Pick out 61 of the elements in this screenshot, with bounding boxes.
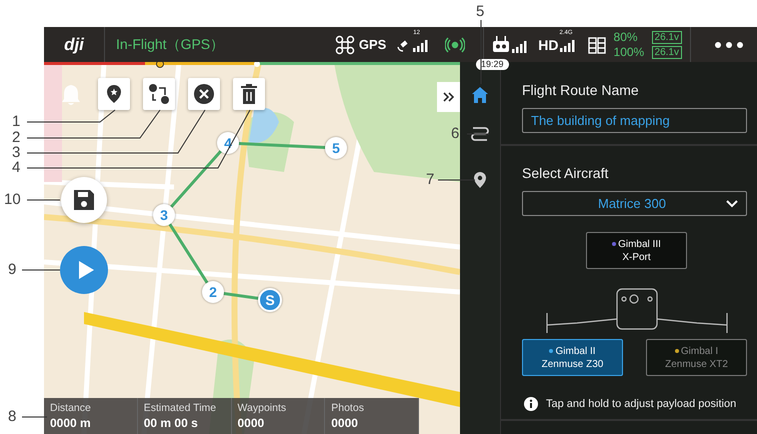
collapse-button[interactable] xyxy=(437,82,460,112)
callout-number: 4 xyxy=(12,160,20,176)
callout-number: 7 xyxy=(426,172,434,188)
reverse-route-button[interactable] xyxy=(143,78,175,110)
add-waypoint-button[interactable] xyxy=(98,78,130,110)
signal-bars-icon xyxy=(560,40,576,52)
route-icon xyxy=(471,125,489,143)
chevron-down-icon xyxy=(726,200,738,208)
location-pin-icon xyxy=(472,171,488,189)
battery-icon xyxy=(588,36,608,54)
stat-value: 00 m 00 s xyxy=(144,416,199,430)
play-icon xyxy=(77,260,95,280)
battery-percent: 80% xyxy=(614,30,639,44)
gps-label: GPS xyxy=(358,37,386,52)
stat-value: 0000 xyxy=(331,416,359,430)
stat-value: 0000 m xyxy=(50,416,92,430)
swap-arrows-icon xyxy=(148,83,170,105)
side-tab[interactable] xyxy=(468,124,492,144)
field-label: Select Aircraft xyxy=(522,165,610,181)
flight-time-badge: 19:29 xyxy=(476,59,509,70)
stat-label: Photos xyxy=(331,402,365,414)
save-icon xyxy=(73,189,95,211)
remote-controller-icon xyxy=(492,36,510,54)
delete-button[interactable] xyxy=(233,78,265,110)
signal-bars-icon xyxy=(413,40,430,52)
callout-number: 6 xyxy=(451,126,460,142)
route-name-field[interactable]: The building of mapping xyxy=(522,108,747,133)
stat-label: Distance xyxy=(50,402,92,414)
location-pin-icon xyxy=(105,84,123,104)
hint-text: Tap and hold to adjust payload position xyxy=(546,398,736,410)
callout-number: 1 xyxy=(12,114,20,130)
double-chevron-icon xyxy=(442,92,454,102)
trash-icon xyxy=(240,84,258,104)
logo: dji xyxy=(64,34,84,54)
info-icon xyxy=(524,397,538,411)
field-label: Flight Route Name xyxy=(522,82,640,98)
stat-value: 0000 xyxy=(238,416,266,430)
battery-voltage: 26.1v xyxy=(652,30,682,44)
close-icon xyxy=(193,83,215,105)
signal-bars-icon xyxy=(512,40,528,52)
more-icon[interactable] xyxy=(715,42,743,48)
flight-status: In-Flight（GPS） xyxy=(116,36,224,54)
clear-button[interactable] xyxy=(188,78,220,110)
hd-label: HD xyxy=(538,36,559,52)
callout-number: 8 xyxy=(8,409,16,425)
callout-number: 9 xyxy=(8,262,16,278)
callout-number: 3 xyxy=(12,145,20,161)
stat-label: Estimated Time xyxy=(144,402,218,414)
stat-label: Waypoints xyxy=(238,402,288,414)
callout-number: 10 xyxy=(4,192,21,208)
drone-icon xyxy=(334,34,355,54)
park-with-lake xyxy=(244,108,294,172)
gimbal-option[interactable]: Gimbal II Zenmuse Z30 xyxy=(522,339,623,376)
callout-number: 2 xyxy=(12,130,20,146)
callout-number: 5 xyxy=(476,4,484,20)
aircraft-dropdown[interactable]: Matrice 300 xyxy=(522,191,747,216)
home-icon xyxy=(471,86,489,104)
gimbal-option[interactable]: Gimbal III X-Port xyxy=(586,232,687,269)
radar-icon xyxy=(445,34,466,54)
battery-percent: 100% xyxy=(614,45,644,59)
battery-voltage: 26.1v xyxy=(652,46,682,58)
